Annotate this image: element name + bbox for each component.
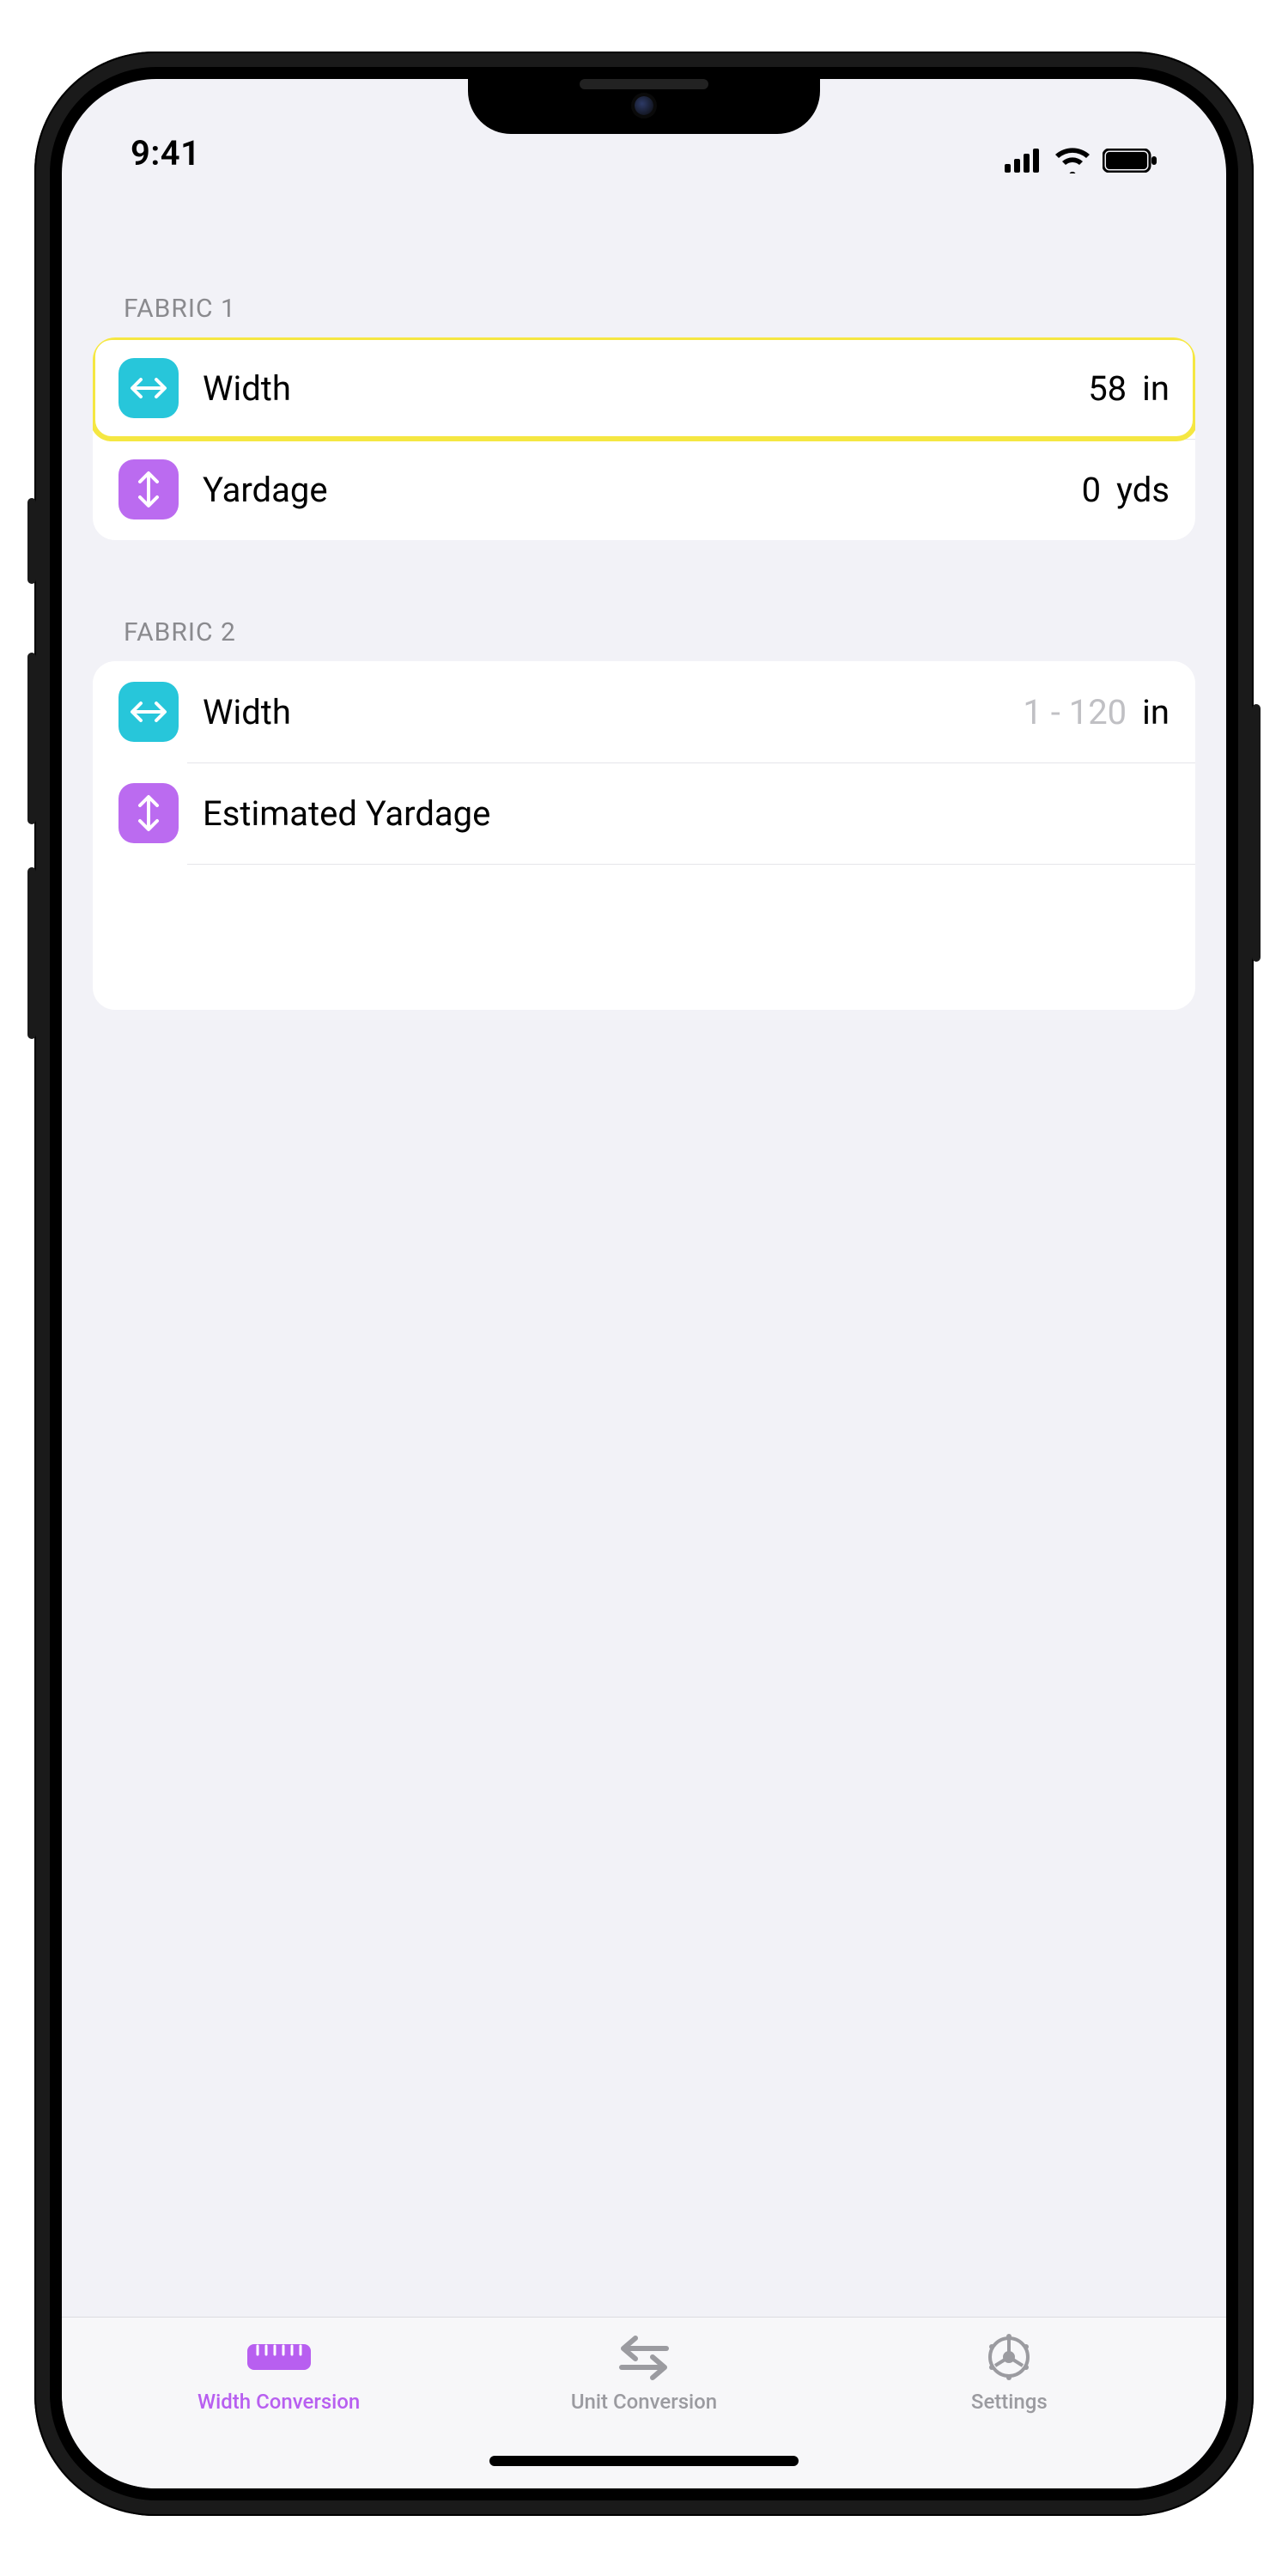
wifi-icon bbox=[1054, 148, 1091, 173]
power-button[interactable] bbox=[1252, 704, 1261, 962]
row-fabric1-yardage[interactable]: Yardage 0 yds bbox=[93, 439, 1195, 540]
notch bbox=[468, 67, 820, 134]
tab-width-conversion[interactable]: Width Conversion bbox=[150, 2333, 408, 2414]
row-fabric2-width[interactable]: Width 1 - 120 in bbox=[93, 661, 1195, 762]
gear-icon bbox=[985, 2333, 1033, 2381]
row-unit: in bbox=[1142, 692, 1170, 732]
status-time: 9:41 bbox=[131, 133, 200, 173]
section-header-fabric2: FABRIC 2 bbox=[93, 617, 1195, 661]
tab-label: Width Conversion bbox=[197, 2390, 360, 2414]
tab-label: Settings bbox=[971, 2390, 1048, 2414]
ruler-icon bbox=[246, 2333, 313, 2381]
estimated-yardage-result bbox=[93, 864, 1195, 1010]
yardage-icon bbox=[118, 783, 179, 843]
row-label: Yardage bbox=[203, 470, 1082, 510]
tab-unit-conversion[interactable]: Unit Conversion bbox=[515, 2333, 773, 2414]
row-label: Width bbox=[203, 692, 1023, 732]
main-content: FABRIC 1 Width 58 in bbox=[62, 191, 1226, 2317]
swap-icon bbox=[617, 2333, 671, 2381]
volume-up-button[interactable] bbox=[27, 653, 36, 824]
card-fabric2: Width 1 - 120 in Estimated Yardage bbox=[93, 661, 1195, 1010]
battery-icon bbox=[1103, 149, 1157, 173]
row-unit: in bbox=[1142, 368, 1170, 409]
width-icon bbox=[118, 682, 179, 742]
phone-frame: 9:41 bbox=[34, 52, 1254, 2516]
cellular-icon bbox=[1005, 149, 1042, 173]
row-unit: yds bbox=[1116, 470, 1170, 510]
width-icon bbox=[118, 358, 179, 418]
mute-switch[interactable] bbox=[27, 498, 36, 584]
home-indicator[interactable] bbox=[489, 2456, 799, 2466]
tab-label: Unit Conversion bbox=[571, 2390, 717, 2414]
section-header-fabric1: FABRIC 1 bbox=[93, 294, 1195, 337]
volume-down-button[interactable] bbox=[27, 867, 36, 1039]
status-icons bbox=[1005, 148, 1157, 173]
row-fabric2-estimated[interactable]: Estimated Yardage bbox=[93, 762, 1195, 864]
row-label: Estimated Yardage bbox=[203, 793, 1170, 834]
row-value: 58 bbox=[1088, 368, 1127, 409]
card-fabric1: Width 58 in Yardage 0 yds bbox=[93, 337, 1195, 540]
row-placeholder: 1 - 120 bbox=[1023, 692, 1127, 732]
row-label: Width bbox=[203, 368, 1088, 409]
yardage-icon bbox=[118, 459, 179, 519]
row-fabric1-width[interactable]: Width 58 in bbox=[93, 337, 1195, 439]
row-value: 0 bbox=[1082, 470, 1101, 510]
tab-settings[interactable]: Settings bbox=[880, 2333, 1138, 2414]
